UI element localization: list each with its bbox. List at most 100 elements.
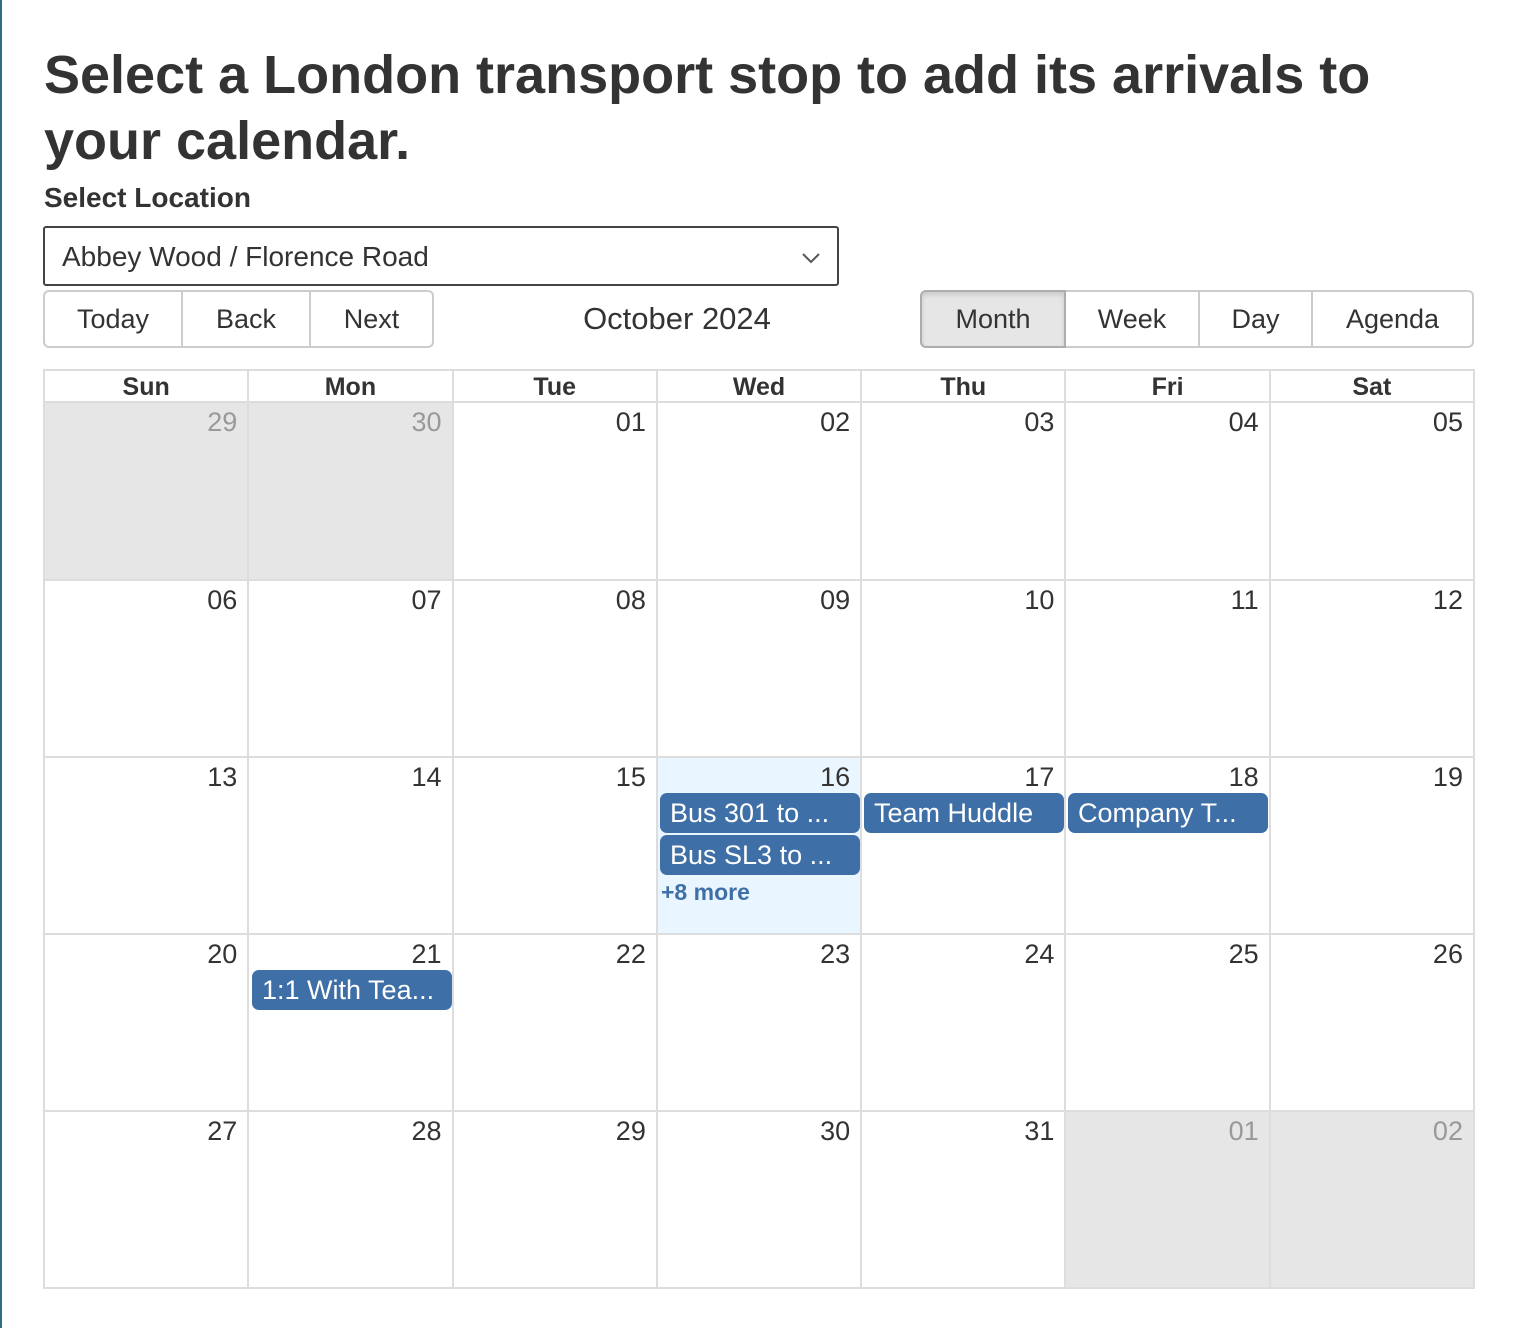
- date-number[interactable]: 05: [1433, 407, 1463, 438]
- location-label: Select Location: [44, 182, 251, 213]
- date-number[interactable]: 16: [820, 762, 850, 793]
- navigation-button-group: Today Back Next: [43, 290, 434, 348]
- date-number[interactable]: 04: [1229, 407, 1259, 438]
- date-number[interactable]: 25: [1229, 939, 1259, 970]
- day-cell[interactable]: 27: [45, 1112, 247, 1287]
- date-number[interactable]: 20: [207, 939, 237, 970]
- calendar-event[interactable]: Bus SL3 to ...: [660, 835, 860, 875]
- location-select[interactable]: Abbey Wood / Florence Road: [43, 226, 839, 286]
- weekday-thu: Thu: [860, 371, 1064, 401]
- day-cell[interactable]: 22: [451, 935, 656, 1110]
- date-number[interactable]: 02: [1433, 1116, 1463, 1147]
- date-number[interactable]: 01: [1229, 1116, 1259, 1147]
- day-cell[interactable]: 04: [1064, 403, 1268, 579]
- date-number[interactable]: 24: [1024, 939, 1054, 970]
- day-cell[interactable]: 09: [655, 581, 860, 756]
- week-view-button[interactable]: Week: [1066, 290, 1200, 348]
- day-cell[interactable]: 12: [1268, 581, 1473, 756]
- agenda-view-button[interactable]: Agenda: [1313, 290, 1474, 348]
- date-number[interactable]: 12: [1433, 585, 1463, 616]
- day-cell[interactable]: 05: [1268, 403, 1473, 579]
- calendar-event[interactable]: Bus 301 to ...: [660, 793, 860, 833]
- day-cell[interactable]: 03: [860, 403, 1064, 579]
- date-number[interactable]: 26: [1433, 939, 1463, 970]
- date-number[interactable]: 15: [616, 762, 646, 793]
- chevron-down-icon: [802, 253, 820, 264]
- date-number[interactable]: 18: [1229, 762, 1259, 793]
- day-cell[interactable]: 14: [247, 758, 451, 933]
- month-view-button[interactable]: Month: [920, 290, 1066, 348]
- date-number[interactable]: 23: [820, 939, 850, 970]
- weekday-fri: Fri: [1064, 371, 1268, 401]
- weekday-header: Sun Mon Tue Wed Thu Fri Sat: [45, 371, 1473, 403]
- view-button-group: Month Week Day Agenda: [920, 290, 1474, 348]
- date-number[interactable]: 10: [1024, 585, 1054, 616]
- week-row: 06 07 08 09 10 11 12: [45, 579, 1473, 756]
- day-cell[interactable]: 17: [860, 758, 1064, 933]
- calendar-event[interactable]: Company T...: [1068, 793, 1268, 833]
- date-number[interactable]: 02: [820, 407, 850, 438]
- weekday-sun: Sun: [122, 373, 170, 401]
- day-cell[interactable]: 02: [1268, 1112, 1473, 1287]
- date-number[interactable]: 22: [616, 939, 646, 970]
- date-number[interactable]: 07: [412, 585, 442, 616]
- day-cell[interactable]: 29: [451, 1112, 656, 1287]
- day-cell[interactable]: 25: [1064, 935, 1268, 1110]
- today-button[interactable]: Today: [43, 290, 183, 348]
- day-cell[interactable]: 21: [247, 935, 451, 1110]
- day-view-button[interactable]: Day: [1200, 290, 1313, 348]
- date-number[interactable]: 30: [820, 1116, 850, 1147]
- date-number[interactable]: 29: [207, 407, 237, 438]
- weekday-sat: Sat: [1268, 371, 1473, 401]
- date-number[interactable]: 28: [412, 1116, 442, 1147]
- current-month-label: October 2024: [583, 301, 771, 336]
- day-cell[interactable]: 01: [1064, 1112, 1269, 1287]
- weekday-tue: Tue: [451, 371, 656, 401]
- day-cell[interactable]: 29: [45, 403, 248, 579]
- date-number[interactable]: 21: [412, 939, 442, 970]
- date-number[interactable]: 03: [1024, 407, 1054, 438]
- day-cell[interactable]: 07: [247, 581, 451, 756]
- day-cell[interactable]: 01: [451, 403, 656, 579]
- weekday-wed: Wed: [655, 371, 860, 401]
- date-number[interactable]: 31: [1024, 1116, 1054, 1147]
- day-cell[interactable]: 31: [860, 1112, 1064, 1287]
- day-cell[interactable]: 23: [655, 935, 860, 1110]
- day-cell[interactable]: 18: [1064, 758, 1268, 933]
- day-cell[interactable]: 30: [655, 1112, 860, 1287]
- date-number[interactable]: 13: [207, 762, 237, 793]
- day-cell[interactable]: 06: [45, 581, 247, 756]
- date-number[interactable]: 08: [616, 585, 646, 616]
- date-number[interactable]: 19: [1433, 762, 1463, 793]
- date-number[interactable]: 06: [207, 585, 237, 616]
- week-row: 27 28 29 30 31 01 02: [45, 1110, 1473, 1287]
- date-number[interactable]: 30: [412, 407, 442, 438]
- next-button[interactable]: Next: [311, 290, 434, 348]
- day-cell[interactable]: 10: [860, 581, 1064, 756]
- month-calendar: Sun Mon Tue Wed Thu Fri Sat 29 30 01 02 …: [43, 369, 1475, 1289]
- day-cell[interactable]: 13: [45, 758, 247, 933]
- day-cell[interactable]: 20: [45, 935, 247, 1110]
- calendar-event[interactable]: 1:1 With Tea...: [252, 970, 452, 1010]
- day-cell[interactable]: 11: [1064, 581, 1268, 756]
- date-number[interactable]: 29: [616, 1116, 646, 1147]
- date-number[interactable]: 01: [616, 407, 646, 438]
- day-cell[interactable]: 26: [1268, 935, 1473, 1110]
- back-button[interactable]: Back: [183, 290, 311, 348]
- date-number[interactable]: 11: [1231, 585, 1259, 616]
- date-number[interactable]: 14: [412, 762, 442, 793]
- show-more-link[interactable]: +8 more: [661, 879, 750, 906]
- day-cell[interactable]: 15: [451, 758, 656, 933]
- day-cell[interactable]: 28: [247, 1112, 451, 1287]
- date-number[interactable]: 09: [820, 585, 850, 616]
- day-cell[interactable]: 24: [860, 935, 1064, 1110]
- day-cell[interactable]: 19: [1268, 758, 1473, 933]
- location-select-value: Abbey Wood / Florence Road: [62, 241, 429, 272]
- date-number[interactable]: 17: [1024, 762, 1054, 793]
- page-heading: Select a London transport stop to add it…: [44, 45, 1371, 171]
- day-cell[interactable]: 02: [655, 403, 860, 579]
- day-cell[interactable]: 08: [451, 581, 656, 756]
- calendar-event[interactable]: Team Huddle: [864, 793, 1064, 833]
- day-cell[interactable]: 30: [247, 403, 452, 579]
- date-number[interactable]: 27: [207, 1116, 237, 1147]
